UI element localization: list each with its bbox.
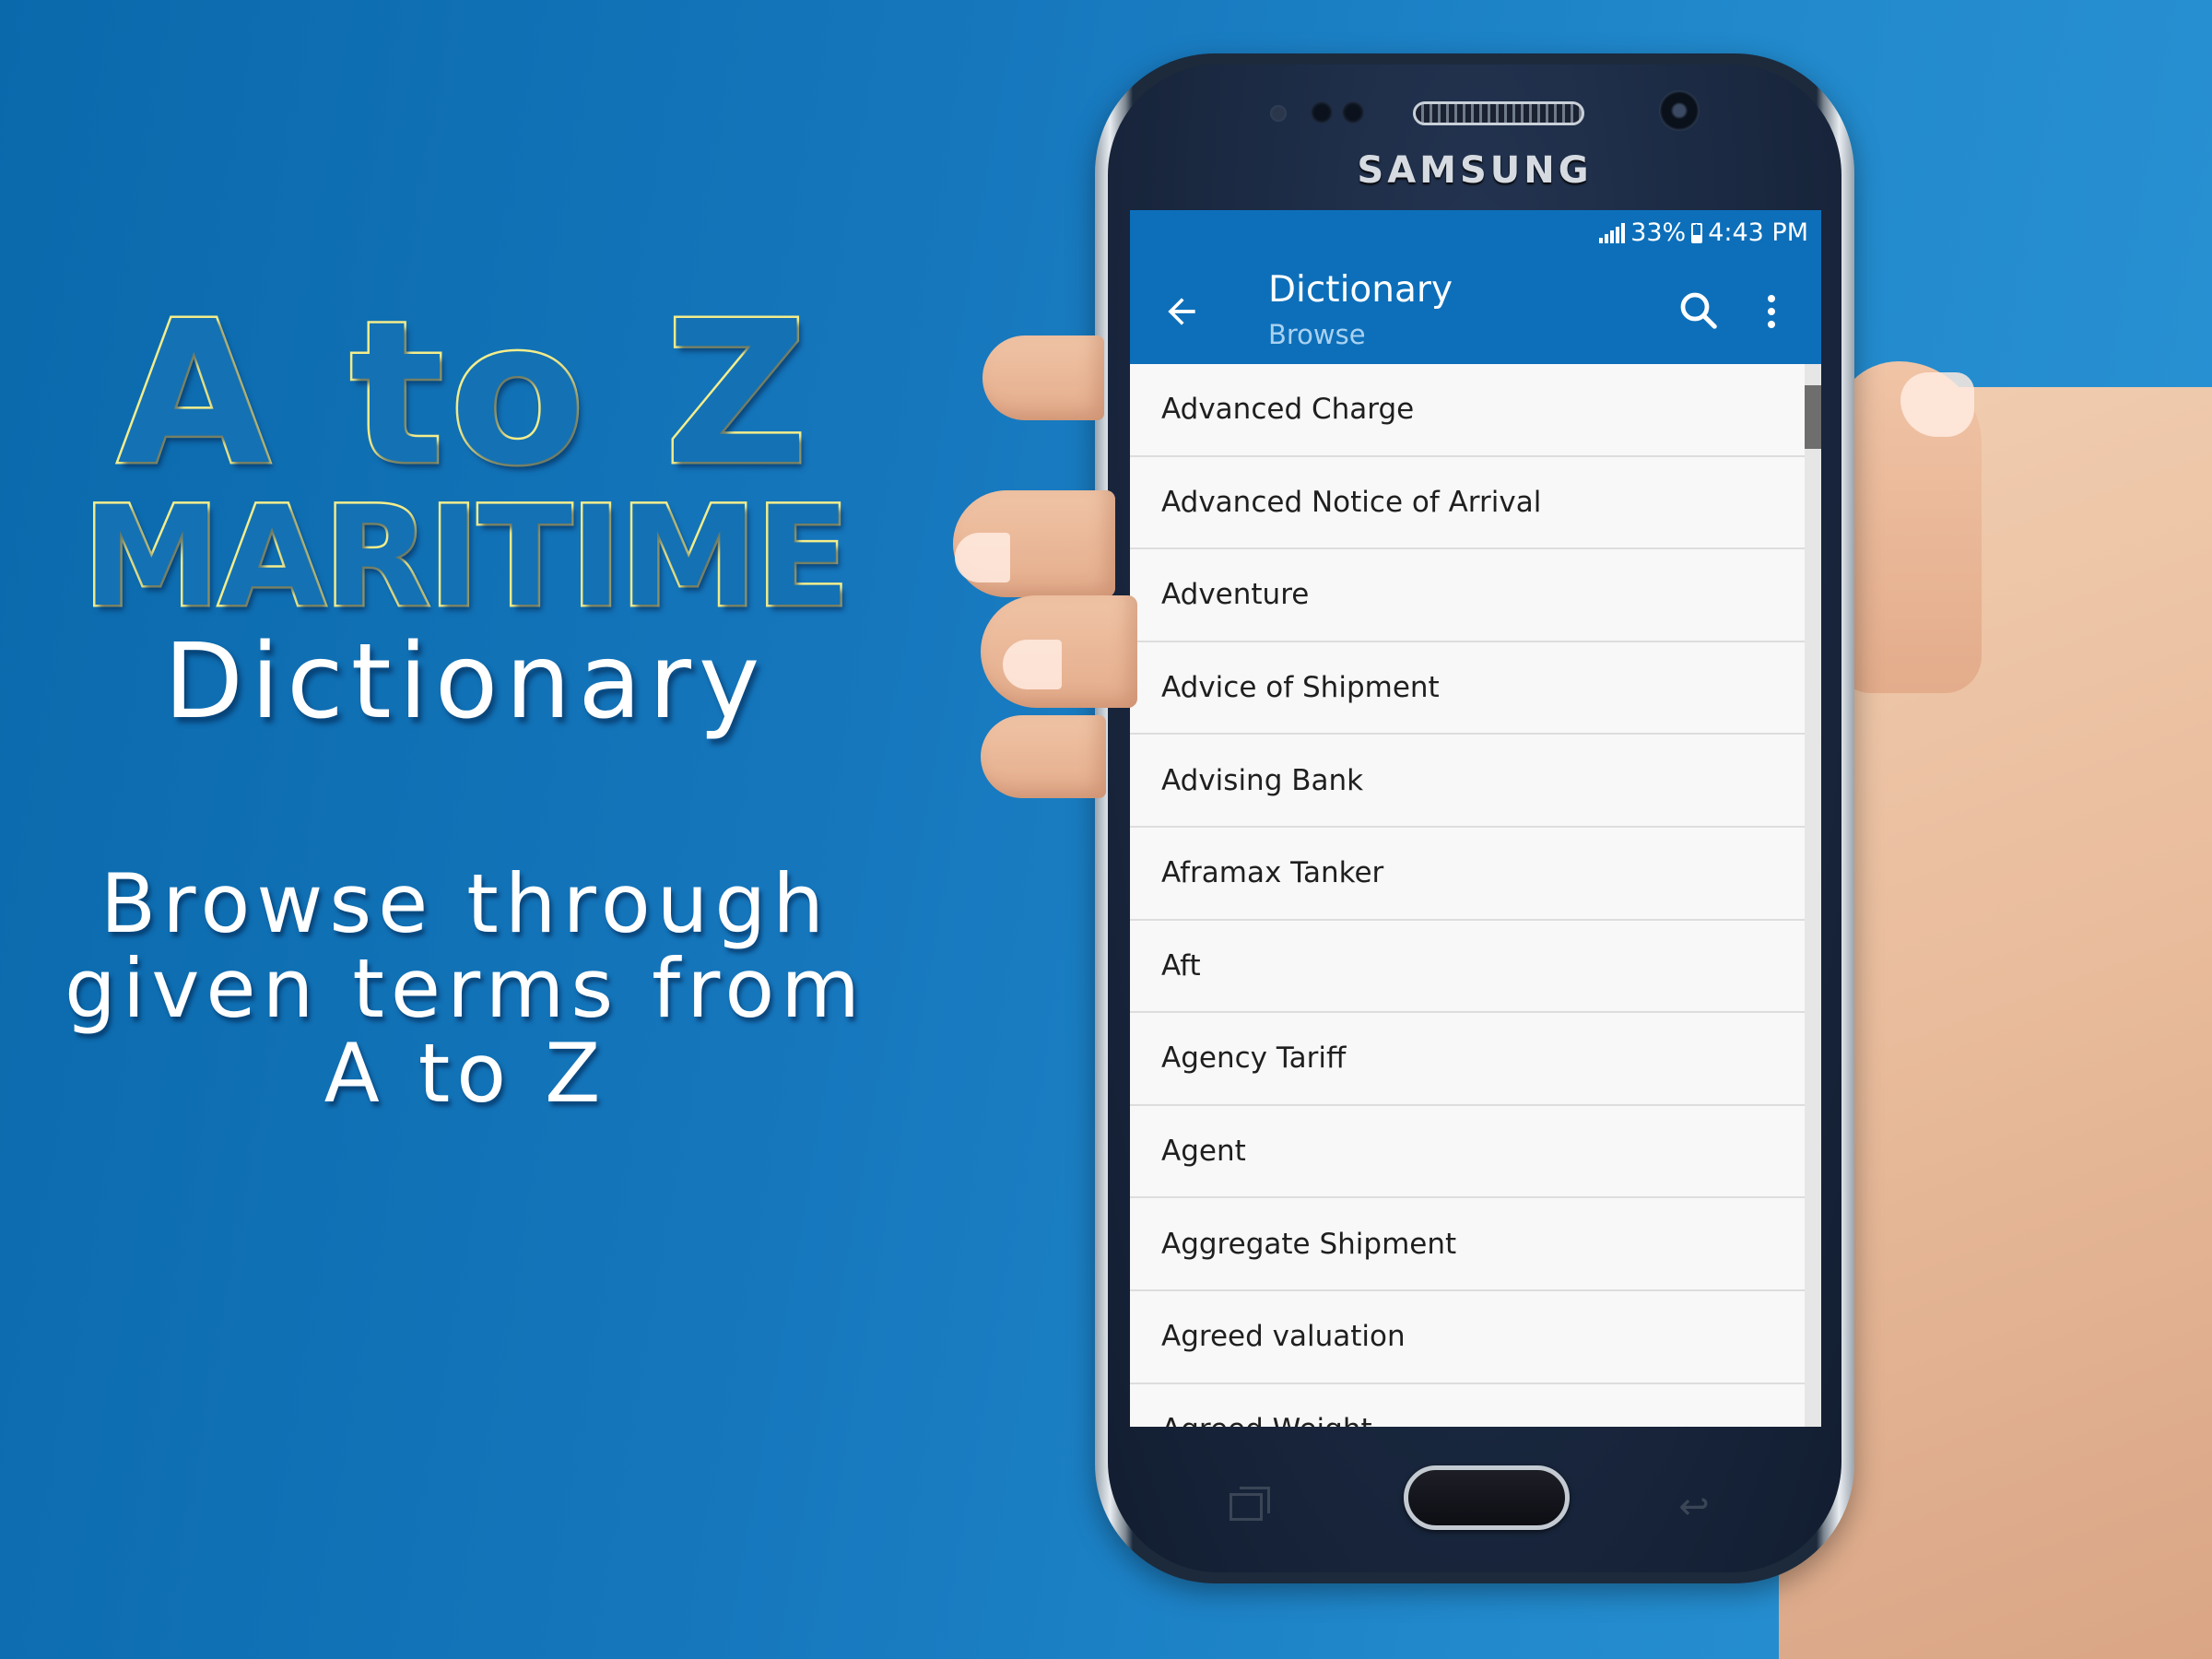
finger-index xyxy=(982,335,1104,420)
app-title: Dictionary xyxy=(1268,269,1453,311)
more-options-button[interactable] xyxy=(1753,284,1790,339)
thumb-nail xyxy=(1900,372,1974,437)
battery-percent: 33% xyxy=(1630,218,1687,247)
list-item[interactable]: Agent xyxy=(1130,1105,1821,1199)
list-item[interactable]: Aframax Tanker xyxy=(1130,827,1821,921)
tagline-line: A to Z xyxy=(324,1026,607,1121)
more-vert-icon-dot xyxy=(1768,308,1775,315)
term-list: Advanced Charge Advanced Notice of Arriv… xyxy=(1130,364,1821,1427)
proximity-sensor xyxy=(1270,105,1287,122)
brand-logo: SAMSUNG xyxy=(1357,149,1593,192)
signal-icon xyxy=(1599,222,1626,243)
list-item[interactable]: Aggregate Shipment xyxy=(1130,1198,1821,1291)
scroll-thumb[interactable] xyxy=(1805,385,1821,450)
recent-apps-icon[interactable] xyxy=(1230,1487,1270,1521)
hero-title-dictionary: Dictionary xyxy=(163,622,768,742)
tagline-line: Browse through xyxy=(100,856,831,951)
earpiece-speaker xyxy=(1413,101,1584,125)
promo-panel: A to Z MARITIME Dictionary Browse throug… xyxy=(0,0,931,1659)
list-item[interactable]: Advanced Notice of Arrival xyxy=(1130,456,1821,550)
more-vert-icon-dot xyxy=(1768,321,1775,328)
phone-screen: 33% 4:43 PM Dictionary Browse Advanced C… xyxy=(1130,210,1821,1427)
hero-title-a-to-z: A to Z xyxy=(115,279,814,509)
list-item[interactable]: Aft xyxy=(1130,920,1821,1014)
tagline: Browse through given terms from A to Z xyxy=(0,862,931,1116)
list-item[interactable]: Advanced Charge xyxy=(1130,364,1821,457)
status-bar: 33% 4:43 PM xyxy=(1130,210,1821,258)
status-indicators: 33% 4:43 PM xyxy=(1599,218,1808,247)
finger-little xyxy=(981,715,1106,798)
fingernail xyxy=(1003,640,1062,689)
app-bar: Dictionary Browse xyxy=(1130,258,1821,364)
back-button[interactable] xyxy=(1156,286,1207,337)
scrollbar[interactable] xyxy=(1805,364,1821,1427)
list-item[interactable]: Agreed Weight xyxy=(1130,1383,1821,1427)
front-camera xyxy=(1659,90,1700,131)
hero-title-maritime: MARITIME xyxy=(80,477,853,638)
sensor-dot xyxy=(1342,101,1364,124)
clock: 4:43 PM xyxy=(1708,218,1808,247)
back-key-icon[interactable]: ↩ xyxy=(1672,1488,1716,1525)
home-button[interactable] xyxy=(1404,1465,1570,1530)
battery-charging-icon xyxy=(1691,221,1703,243)
list-item[interactable]: Agency Tariff xyxy=(1130,1013,1821,1106)
fingernail xyxy=(955,533,1010,582)
search-icon xyxy=(1680,292,1717,329)
list-item[interactable]: Advice of Shipment xyxy=(1130,641,1821,735)
more-vert-icon-dot xyxy=(1768,295,1775,302)
app-subtitle: Browse xyxy=(1268,319,1366,350)
search-button[interactable] xyxy=(1672,284,1727,339)
list-item[interactable]: Adventure xyxy=(1130,549,1821,642)
list-item[interactable]: Agreed valuation xyxy=(1130,1290,1821,1384)
arrow-back-icon xyxy=(1161,296,1202,341)
list-item[interactable]: Advising Bank xyxy=(1130,735,1821,828)
sensor-dot xyxy=(1311,101,1333,124)
tagline-line: given terms from xyxy=(65,941,866,1036)
